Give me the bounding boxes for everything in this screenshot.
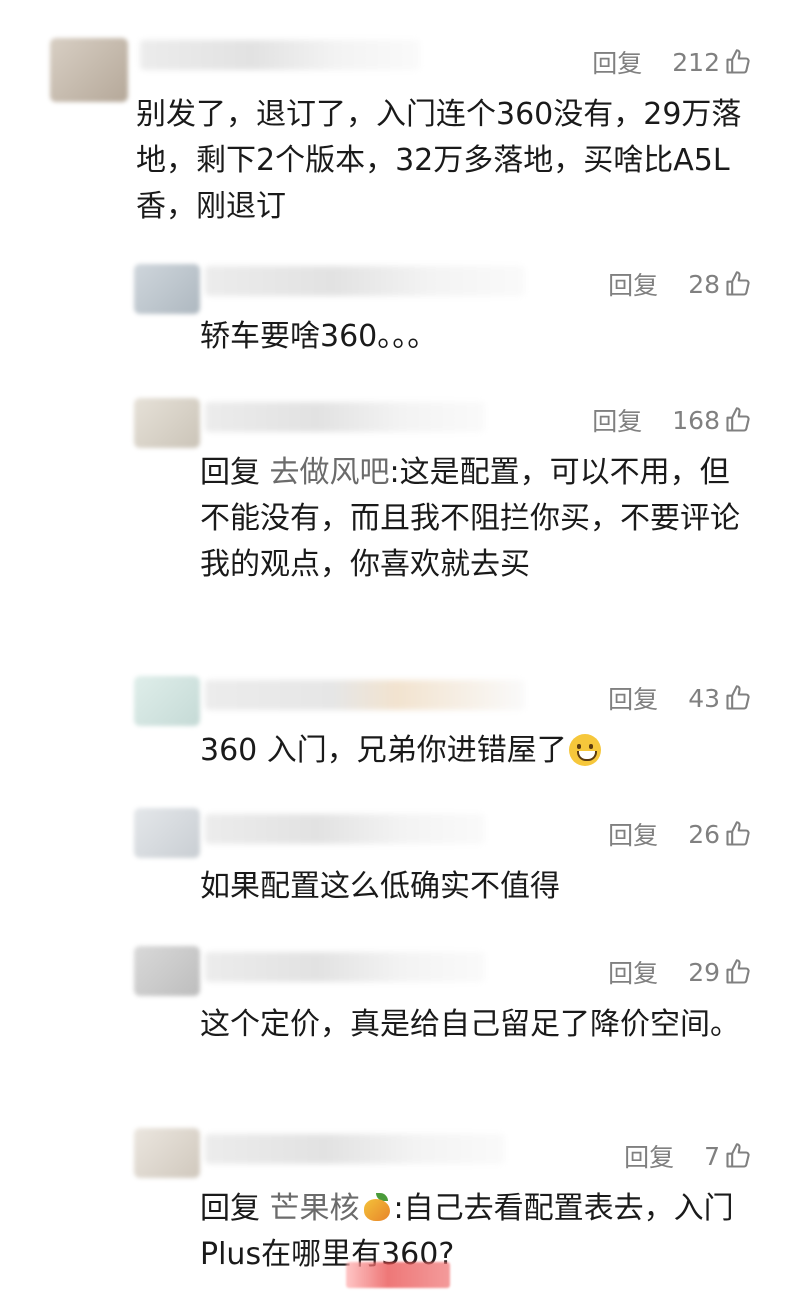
- like-count: 168: [672, 405, 720, 435]
- grinning-face-emoji: [568, 734, 601, 766]
- username-blurred[interactable]: [140, 40, 420, 70]
- reply-button[interactable]: 回复: [608, 954, 658, 990]
- avatar[interactable]: [50, 38, 128, 102]
- thumbs-up-icon[interactable]: [724, 406, 752, 434]
- reply-button[interactable]: 回复: [608, 680, 658, 716]
- comment-meta: 回复 28: [608, 266, 752, 302]
- comment-text: 回复 芒果核:自己去看配置表去，入门Plus在哪里有360?: [200, 1186, 760, 1278]
- username-blurred[interactable]: [205, 680, 525, 710]
- avatar[interactable]: [134, 264, 200, 314]
- comment-text: 这个定价，真是给自己留足了降价空间。: [200, 1007, 740, 1042]
- comment-text: 回复 去做风吧:这是配置，可以不用，但不能没有，而且我不阻拦你买，不要评论我的观…: [200, 450, 740, 588]
- avatar[interactable]: [134, 808, 200, 858]
- comment-meta: 回复 29: [608, 954, 752, 990]
- reply-button[interactable]: 回复: [608, 266, 658, 302]
- like-count: 26: [688, 819, 720, 849]
- reply-button[interactable]: 回复: [592, 44, 642, 80]
- watermark: [346, 1262, 450, 1288]
- like-count: 43: [688, 683, 720, 713]
- thumbs-up-icon[interactable]: [724, 48, 752, 76]
- mango-emoji: [362, 1193, 392, 1223]
- like-count: 212: [672, 47, 720, 77]
- like-count: 28: [688, 269, 720, 299]
- thumbs-up-icon[interactable]: [724, 1142, 752, 1170]
- username-blurred[interactable]: [205, 1134, 505, 1164]
- username-blurred[interactable]: [205, 814, 485, 844]
- avatar[interactable]: [134, 1128, 200, 1178]
- reply-prefix: 回复: [200, 1191, 260, 1226]
- reply-prefix: 回复: [200, 455, 260, 490]
- like-count: 29: [688, 957, 720, 987]
- comment-text-row: 360 入门，兄弟你进错屋了: [200, 728, 740, 774]
- reply-button[interactable]: 回复: [624, 1138, 674, 1174]
- thumbs-up-icon[interactable]: [724, 684, 752, 712]
- comment-meta: 回复 168: [592, 402, 752, 438]
- reply-target-username[interactable]: 芒果核: [270, 1191, 360, 1226]
- reply-button[interactable]: 回复: [592, 402, 642, 438]
- avatar[interactable]: [134, 676, 200, 726]
- thumbs-up-icon[interactable]: [724, 270, 752, 298]
- reply-target-username[interactable]: 去做风吧: [270, 455, 390, 490]
- username-blurred[interactable]: [205, 402, 485, 432]
- comment-text: 如果配置这么低确实不值得: [200, 869, 560, 904]
- thumbs-up-icon[interactable]: [724, 820, 752, 848]
- reply-button[interactable]: 回复: [608, 816, 658, 852]
- avatar[interactable]: [134, 946, 200, 996]
- comment-text: 轿车要啥360。。。: [200, 319, 438, 354]
- comment-meta: 回复 7: [624, 1138, 752, 1174]
- comment-meta: 回复 212: [592, 44, 752, 80]
- thumbs-up-icon[interactable]: [724, 958, 752, 986]
- avatar[interactable]: [134, 398, 200, 448]
- like-count: 7: [704, 1141, 720, 1171]
- comment-meta: 回复 26: [608, 816, 752, 852]
- username-blurred[interactable]: [205, 266, 525, 296]
- comment-text: 别发了，退订了，入门连个360没有，29万落地，剩下2个版本，32万多落地，买啥…: [136, 97, 742, 224]
- username-blurred[interactable]: [205, 952, 485, 982]
- comment-meta: 回复 43: [608, 680, 752, 716]
- comment-text: 360 入门，兄弟你进错屋了: [200, 733, 567, 768]
